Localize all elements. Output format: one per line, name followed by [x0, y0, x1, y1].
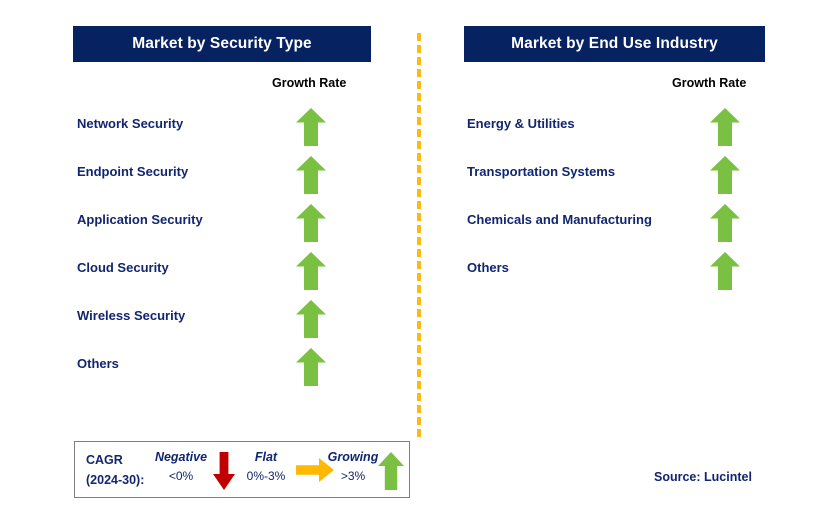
legend-item-negative: Negative <0%	[143, 448, 219, 486]
up-arrow-icon	[296, 108, 326, 146]
legend-flat-word: Flat	[254, 450, 278, 464]
up-arrow-icon	[710, 252, 740, 290]
panel-end-use-industry: Market by End Use Industry Growth Rate E…	[414, 0, 829, 522]
up-arrow-icon	[296, 204, 326, 242]
up-arrow-icon	[296, 252, 326, 290]
row-list-security-type: Network Security Endpoint Security Applica…	[0, 108, 414, 396]
segment-label: Energy & Utilities	[467, 116, 575, 131]
segment-row: Transportation Systems	[414, 156, 829, 204]
segment-label: Transportation Systems	[467, 164, 616, 179]
legend-negative-word: Negative	[154, 450, 208, 464]
segment-row: Others	[414, 252, 829, 300]
segment-label: Others	[77, 356, 119, 371]
segment-row: Cloud Security	[0, 252, 414, 300]
segment-label: Endpoint Security	[77, 164, 189, 179]
segment-row: Network Security	[0, 108, 414, 156]
legend-flat-range: 0%-3%	[246, 469, 286, 483]
legend-cagr-line1: CAGR	[86, 453, 123, 467]
up-arrow-icon	[710, 204, 740, 242]
segment-label: Network Security	[77, 116, 184, 131]
legend-cagr-line2: (2024-30):	[86, 473, 145, 487]
segment-label: Application Security	[77, 212, 203, 227]
vertical-dashed-divider	[417, 33, 421, 437]
legend-negative-range: <0%	[168, 469, 194, 483]
up-arrow-icon	[296, 300, 326, 338]
up-arrow-icon	[296, 156, 326, 194]
legend-box: CAGR (2024-30): Negative <0% Flat 0%-3% …	[74, 441, 410, 498]
up-arrow-icon	[710, 156, 740, 194]
segment-row: Wireless Security	[0, 300, 414, 348]
panel-title-end-use-industry: Market by End Use Industry	[464, 26, 765, 62]
segment-label: Others	[467, 260, 509, 275]
up-arrow-icon	[296, 348, 326, 386]
growth-rate-header-right: Growth Rate	[672, 76, 747, 90]
up-arrow-icon	[710, 108, 740, 146]
legend-item-flat: Flat 0%-3%	[230, 448, 302, 486]
segment-label: Cloud Security	[77, 260, 169, 275]
segment-label: Wireless Security	[77, 308, 186, 323]
source-attribution: Source: Lucintel	[654, 470, 752, 484]
segment-row: Others	[0, 348, 414, 396]
segment-row: Energy & Utilities	[414, 108, 829, 156]
segment-row: Chemicals and Manufacturing	[414, 204, 829, 252]
growth-rate-header-left: Growth Rate	[272, 76, 347, 90]
segment-label: Chemicals and Manufacturing	[467, 212, 652, 227]
up-arrow-icon	[378, 452, 404, 490]
panel-title-security-type: Market by Security Type	[73, 26, 371, 62]
segment-row: Application Security	[0, 204, 414, 252]
row-list-end-use-industry: Energy & Utilities Transportation Systems…	[414, 108, 829, 300]
segment-row: Endpoint Security	[0, 156, 414, 204]
legend-cagr-label: CAGR (2024-30):	[86, 450, 144, 490]
